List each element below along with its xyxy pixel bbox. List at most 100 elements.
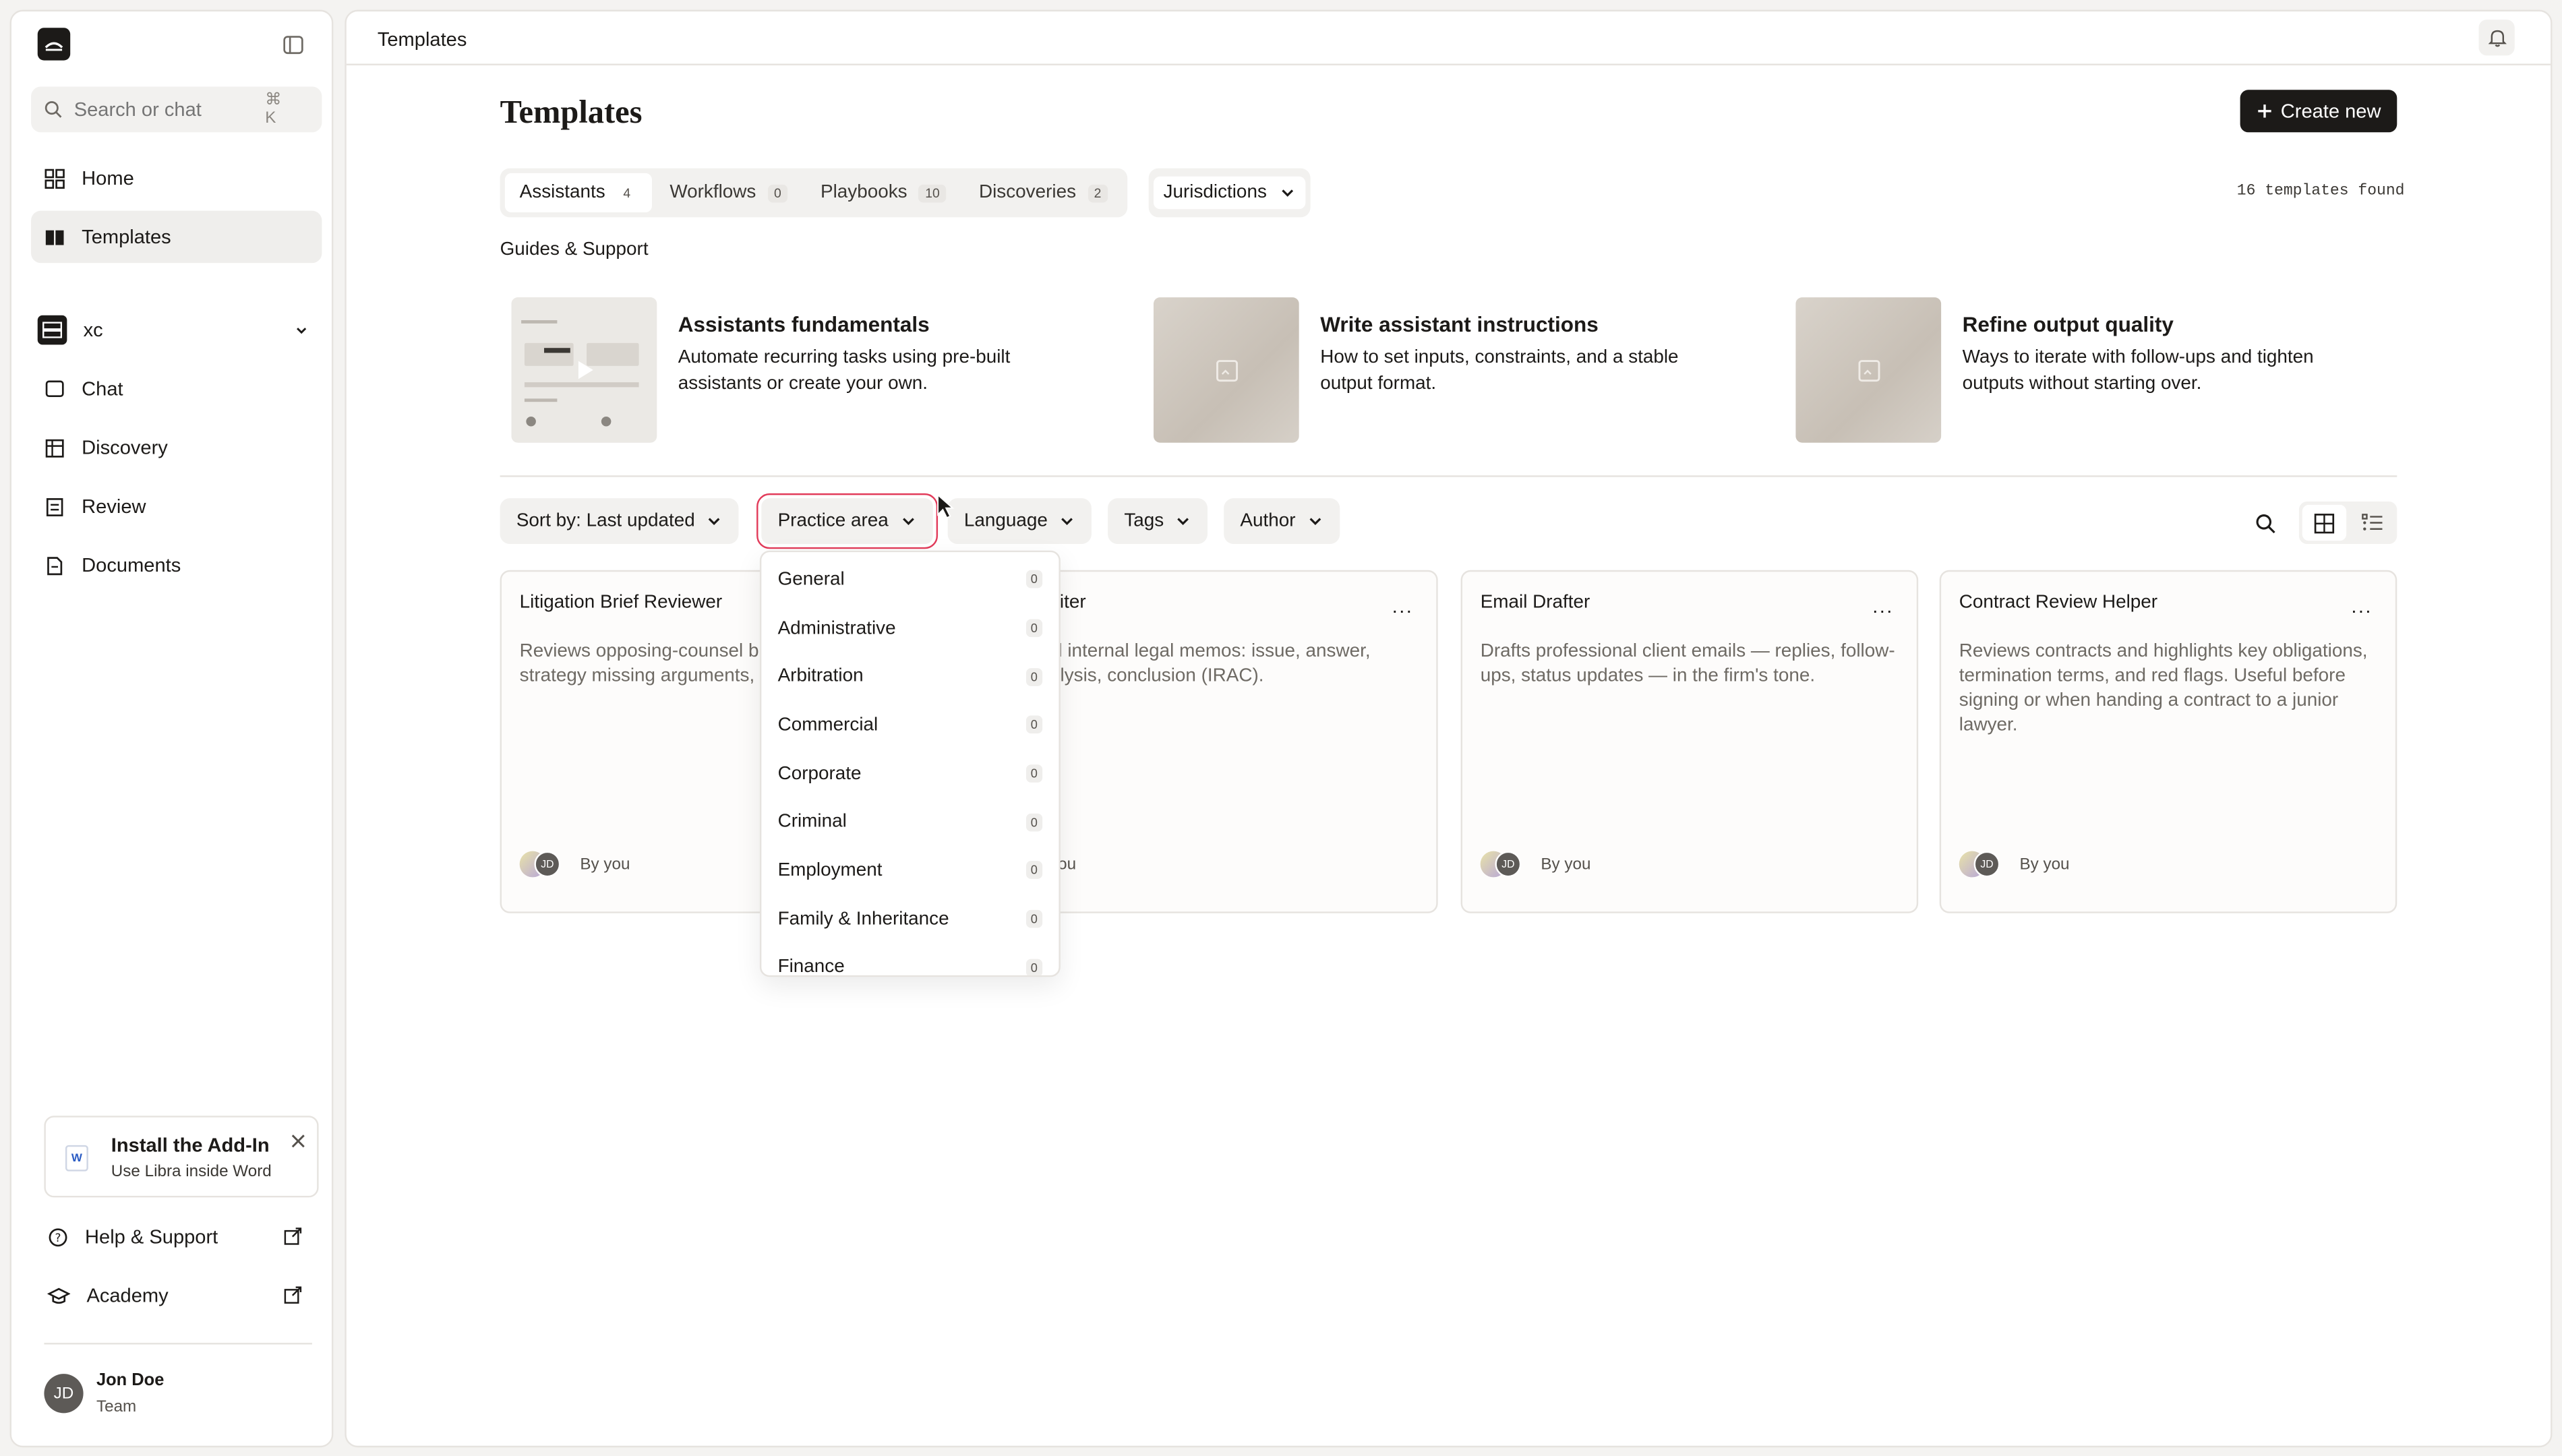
option-count: 0 — [1025, 764, 1043, 783]
tab-workflows[interactable]: Workflows 0 — [655, 173, 803, 212]
create-new-button[interactable]: Create new — [2240, 90, 2397, 133]
practice-option-criminal[interactable]: Criminal 0 — [761, 798, 1059, 847]
template-description: Drafts professional client emails — repl… — [1480, 642, 1895, 686]
sidebar-item-chat[interactable]: Chat — [31, 363, 322, 415]
option-label: Criminal — [777, 812, 847, 832]
workspace-icon — [37, 315, 67, 345]
tab-label: Workflows — [669, 183, 756, 203]
practice-option-finance[interactable]: Finance 0 — [761, 944, 1059, 977]
grid-view-button[interactable] — [2302, 504, 2347, 541]
tab-count: 2 — [1087, 183, 1108, 202]
sort-dropdown[interactable]: Sort by: Last updated — [500, 498, 740, 545]
jurisdictions-button[interactable]: Jurisdictions — [1153, 176, 1307, 210]
addin-title: Install the Add-In — [111, 1133, 270, 1157]
server-icon — [42, 322, 63, 338]
close-icon — [291, 1134, 304, 1147]
addin-card[interactable]: W Install the Add-In Use Libra inside Wo… — [44, 1116, 319, 1198]
jurisdictions-dropdown[interactable]: Jurisdictions — [1148, 168, 1311, 218]
image-placeholder-icon — [1215, 359, 1237, 381]
sidebar-item-review[interactable]: Review — [31, 481, 322, 533]
practice-option-corporate[interactable]: Corporate 0 — [761, 750, 1059, 798]
option-label: Finance — [777, 958, 845, 977]
sidebar-item-discovery[interactable]: Discovery — [31, 421, 322, 474]
card-menu-button[interactable]: ... — [2351, 595, 2373, 617]
sidebar-divider — [44, 1343, 312, 1345]
tab-count: 10 — [918, 183, 947, 202]
tab-count: 4 — [623, 185, 631, 200]
author-dropdown[interactable]: Author — [1224, 498, 1340, 545]
grid-icon — [2314, 512, 2335, 533]
author-label: By you — [580, 855, 630, 874]
tags-dropdown[interactable]: Tags — [1108, 498, 1208, 545]
tab-discoveries[interactable]: Discoveries 2 — [964, 173, 1123, 212]
practice-option-employment[interactable]: Employment 0 — [761, 847, 1059, 895]
avatar: JD — [534, 851, 561, 878]
template-description: Reviews contracts and highlights key obl… — [1959, 642, 2368, 735]
workspace-selector[interactable]: xc — [31, 304, 322, 357]
author-avatars: JD — [519, 851, 569, 878]
search-box[interactable]: ⌘ K — [31, 86, 322, 133]
card-menu-button[interactable]: ... — [1872, 595, 1894, 617]
list-view-button[interactable] — [2350, 505, 2393, 541]
practice-option-general[interactable]: General 0 — [761, 555, 1059, 604]
tab-playbooks[interactable]: Playbooks 10 — [806, 173, 961, 212]
sidebar-toggle-icon — [282, 34, 303, 53]
template-card-contract[interactable]: Contract Review Helper ... Reviews contr… — [1939, 570, 2397, 913]
tab-label: Assistants — [519, 183, 605, 203]
home-icon — [44, 168, 65, 188]
app-logo[interactable] — [37, 28, 71, 61]
chevron-down-icon — [709, 518, 721, 525]
practice-area-menu: General 0 Administrative 0 Arbitration 0 Co… — [759, 550, 1061, 977]
sidebar-item-templates[interactable]: Templates — [31, 210, 322, 264]
logo-icon — [44, 42, 63, 51]
chevron-down-icon — [1309, 518, 1321, 525]
language-dropdown[interactable]: Language — [947, 498, 1092, 545]
option-count: 0 — [1025, 861, 1043, 880]
search-templates-button[interactable] — [2246, 505, 2282, 541]
tab-count: 0 — [767, 183, 788, 202]
template-type-tabs: Assistants 4 Workflows 0 Playbooks 10 Di… — [500, 168, 1128, 218]
guide-description: How to set inputs, constraints, and a st… — [1320, 348, 1679, 394]
sidebar-item-documents[interactable]: Documents — [31, 539, 322, 592]
card-menu-button[interactable]: ... — [1392, 595, 1414, 617]
option-count: 0 — [1025, 910, 1043, 928]
academy-link[interactable]: Academy — [34, 1269, 316, 1322]
external-link-icon — [284, 1227, 302, 1245]
sidebar-item-label: Documents — [82, 553, 181, 577]
guide-card-refine[interactable]: Refine output quality Ways to iterate wi… — [1784, 297, 2392, 444]
author-label: By you — [1541, 855, 1591, 874]
chevron-down-icon — [1282, 189, 1294, 197]
graduation-cap-icon — [47, 1287, 71, 1303]
tab-assistants[interactable]: Assistants 4 — [504, 173, 652, 213]
video-preview-image — [511, 297, 657, 443]
guide-card-instructions[interactable]: Write assistant instructions How to set … — [1142, 297, 1750, 444]
practice-option-family-inheritance[interactable]: Family & Inheritance 0 — [761, 895, 1059, 944]
search-icon — [44, 101, 62, 118]
view-toggle — [2298, 502, 2397, 545]
practice-option-arbitration[interactable]: Arbitration 0 — [761, 653, 1059, 701]
table-icon — [45, 438, 64, 457]
addin-close-button[interactable] — [288, 1130, 307, 1150]
topbar: Templates — [346, 11, 2551, 65]
practice-option-administrative[interactable]: Administrative 0 — [761, 604, 1059, 653]
image-placeholder-icon — [1857, 359, 1880, 381]
template-author: JD By you — [519, 851, 630, 878]
practice-area-dropdown[interactable]: Practice area — [756, 493, 938, 549]
collapse-sidebar-button[interactable] — [279, 31, 305, 57]
option-label: Corporate — [777, 764, 862, 784]
avatar: JD — [1973, 851, 2000, 878]
template-card-email[interactable]: Email Drafter ... Drafts professional cl… — [1460, 570, 1919, 913]
book-icon — [45, 229, 64, 245]
guide-card-fundamentals[interactable]: Assistants fundamentals Automate recurri… — [500, 297, 1108, 444]
notifications-button[interactable] — [2478, 20, 2515, 56]
search-input[interactable] — [73, 98, 254, 121]
guide-title: Write assistant instructions — [1320, 311, 1599, 337]
user-avatar[interactable]: JD — [44, 1374, 84, 1414]
option-count: 0 — [1025, 570, 1043, 589]
sidebar: ⌘ K Home Templates xc Chat Discovery — [9, 9, 334, 1448]
help-icon: ? — [49, 1227, 67, 1246]
practice-option-commercial[interactable]: Commercial 0 — [761, 701, 1059, 750]
sidebar-item-home[interactable]: Home — [31, 152, 322, 204]
template-author: JD By you — [1480, 851, 1591, 878]
help-support-link[interactable]: ? Help & Support — [34, 1211, 316, 1263]
